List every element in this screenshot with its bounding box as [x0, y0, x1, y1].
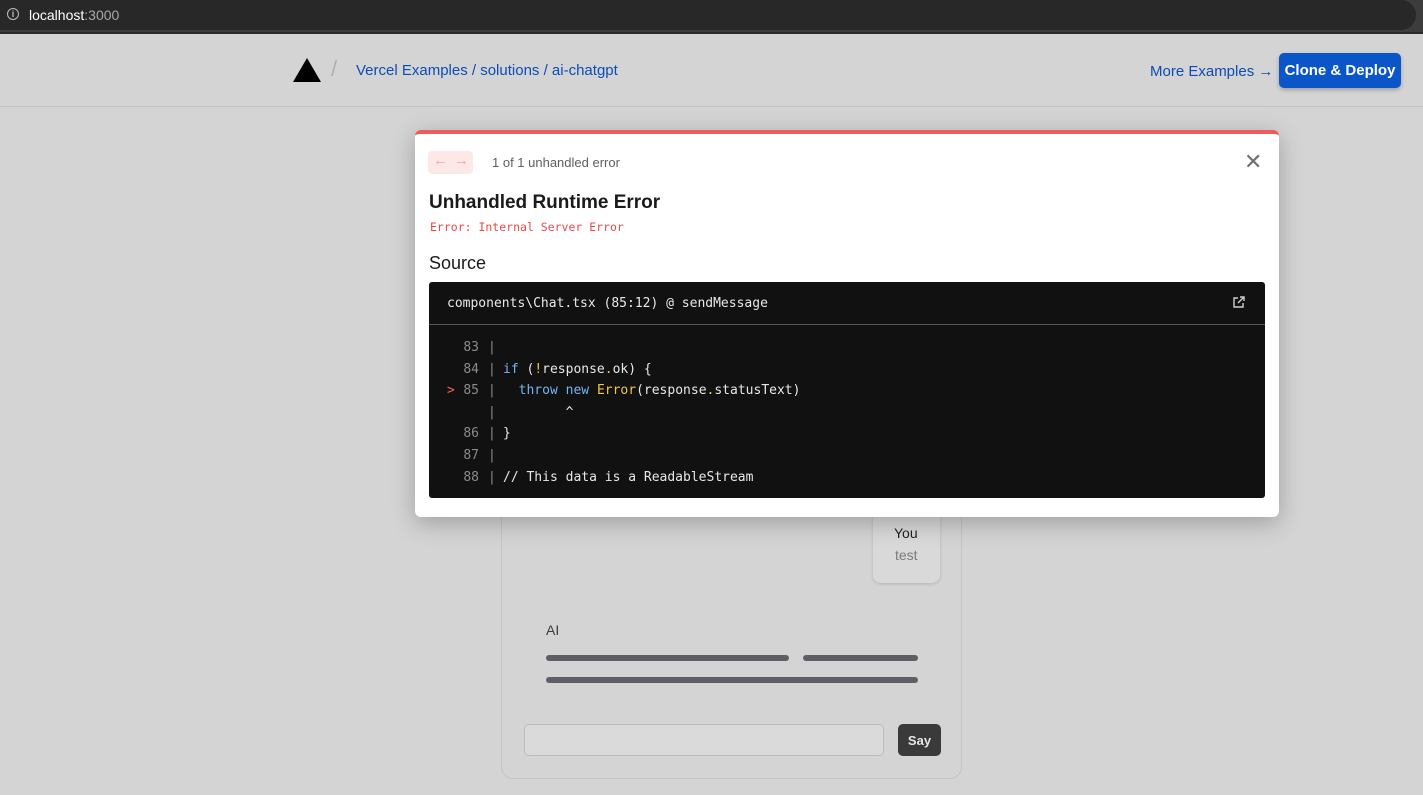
error-message: Error: Internal Server Error [430, 220, 624, 234]
code-text: throw new Error(response.statusText) [518, 383, 801, 399]
loading-skeleton-bar [803, 655, 918, 661]
url-text: localhost:3000 [29, 7, 120, 23]
browser-address-bar: i localhost:3000 [0, 0, 1423, 34]
user-message-text: test [895, 547, 918, 563]
error-overlay: ← → 1 of 1 unhandled error ✕ Unhandled R… [415, 130, 1279, 517]
clone-deploy-button[interactable]: Clone & Deploy [1279, 53, 1401, 88]
code-line-highlighted: > 85 | throw new Error(response.statusTex… [447, 383, 801, 399]
url-field[interactable]: i localhost:3000 [0, 0, 1416, 30]
user-label: You [894, 525, 918, 541]
breadcrumb-separator: / [331, 56, 338, 81]
chat-input[interactable] [524, 724, 884, 756]
say-button[interactable]: Say [898, 724, 941, 756]
top-nav: / Vercel Examples / solutions / ai-chatg… [0, 36, 1423, 107]
loading-skeleton-bar [546, 655, 789, 661]
file-location-link[interactable]: components\Chat.tsx (85:12) @ sendMessag… [447, 296, 768, 311]
code-line: 84 | if (!response.ok) { [463, 361, 652, 377]
code-line: 88 |// This data is a ReadableStream [463, 469, 754, 485]
close-icon[interactable]: ✕ [1244, 151, 1262, 173]
user-message-bubble: You test [873, 512, 940, 583]
error-caret: ^ [503, 404, 574, 420]
error-title: Unhandled Runtime Error [429, 192, 661, 213]
code-line: 83 | [463, 340, 496, 355]
code-frame-header: components\Chat.tsx (85:12) @ sendMessag… [429, 282, 1265, 325]
site-info-icon[interactable]: i [7, 8, 19, 20]
code-line: 87 | [463, 447, 496, 463]
error-pagination: ← → [428, 151, 473, 174]
error-count: 1 of 1 unhandled error [492, 155, 620, 170]
code-line: 86 |} [463, 426, 511, 442]
code-line: | ^ [488, 404, 574, 420]
arrow-left-icon[interactable]: ← [433, 152, 448, 169]
code-frame: components\Chat.tsx (85:12) @ sendMessag… [429, 282, 1265, 498]
external-link-icon[interactable] [1232, 295, 1246, 309]
code-lines: 83 | 84 | if (!response.ok) { > 85 | throw n… [429, 338, 1265, 489]
source-heading: Source [429, 253, 487, 273]
more-examples-link[interactable]: More Examples → [1150, 63, 1273, 80]
arrow-right-icon[interactable]: → [454, 152, 469, 169]
loading-skeleton-bar [546, 677, 918, 683]
breadcrumb[interactable]: Vercel Examples / solutions / ai-chatgpt [356, 62, 618, 79]
code-text: if (!response.ok) { [503, 361, 652, 377]
ai-label: AI [546, 622, 560, 638]
vercel-logo-icon[interactable] [293, 58, 321, 82]
